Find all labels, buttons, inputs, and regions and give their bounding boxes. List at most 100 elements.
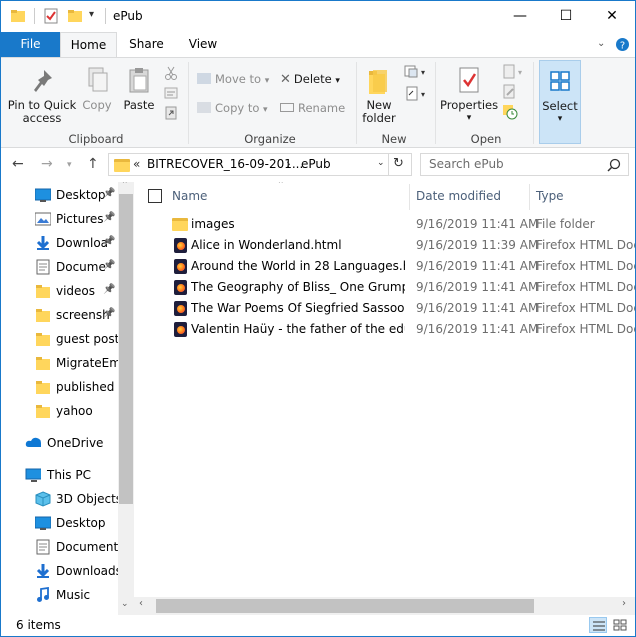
tab-file[interactable]: File: [1, 32, 60, 57]
easy-access-icon[interactable]: ▾: [404, 86, 426, 102]
history-icon[interactable]: [502, 104, 518, 120]
scroll-left-icon[interactable]: ‹: [139, 598, 143, 609]
select-all-checkbox[interactable]: [148, 189, 162, 203]
column-header-type[interactable]: Type: [536, 182, 564, 210]
large-icons-view-icon[interactable]: [611, 617, 629, 633]
open-with-icon[interactable]: ▾: [502, 64, 524, 80]
minimize-button[interactable]: —: [497, 1, 543, 32]
close-button[interactable]: ✕: [589, 1, 635, 32]
nav-item-quick-access[interactable]: videos 📌: [1, 280, 119, 302]
properties-button[interactable]: Properties ▾: [440, 66, 498, 125]
file-date: 9/16/2019 11:41 AM: [416, 322, 539, 336]
scroll-down-icon[interactable]: ⌄: [121, 599, 129, 609]
edit-icon[interactable]: [502, 84, 518, 100]
up-arrow-icon[interactable]: ↑: [87, 156, 99, 172]
breadcrumb-item[interactable]: ePub: [301, 157, 331, 171]
nav-item-quick-access[interactable]: MigrateEma: [1, 352, 119, 374]
breadcrumb-separator: ›: [286, 157, 291, 171]
file-row[interactable]: Valentin Haüy - the father of the educ..…: [134, 319, 635, 340]
tab-view[interactable]: View: [176, 32, 230, 57]
nav-item-this-pc[interactable]: This PC: [1, 464, 119, 486]
column-header-date[interactable]: Date modified: [416, 182, 501, 210]
nav-pane-scrollbar[interactable]: ⌃ ⌄: [118, 182, 134, 615]
address-dropdown-icon[interactable]: ⌄: [377, 158, 385, 168]
file-row[interactable]: images 9/16/2019 11:41 AM File folder: [134, 214, 635, 235]
nav-item-quick-access[interactable]: yahoo: [1, 400, 119, 422]
breadcrumb-item[interactable]: BITRECOVER_16-09-201...: [147, 157, 303, 171]
new-folder-button[interactable]: New folder: [359, 66, 399, 125]
file-name: Valentin Haüy - the father of the educ..…: [191, 322, 405, 336]
forward-arrow-icon[interactable]: →: [41, 156, 53, 172]
nav-item-quick-access[interactable]: Desktop 📌: [1, 184, 119, 206]
pin-to-quick-access-button[interactable]: Pin to Quick access: [5, 66, 79, 125]
column-divider[interactable]: [409, 184, 410, 210]
recent-locations-icon[interactable]: ▾: [67, 160, 72, 170]
tab-home[interactable]: Home: [60, 32, 117, 58]
new-folder-icon[interactable]: [67, 8, 83, 24]
properties-check-icon[interactable]: [43, 8, 59, 24]
address-row: ← → ▾ ↑ « BITRECOVER_16-09-201... › ePub…: [1, 148, 635, 182]
nav-item-quick-access[interactable]: published: [1, 376, 119, 398]
nav-pane-scroll-thumb[interactable]: [119, 194, 133, 504]
paste-button[interactable]: Paste: [120, 66, 158, 112]
file-date: 9/16/2019 11:41 AM: [416, 217, 539, 231]
folder-icon: [172, 218, 188, 231]
nav-item-quick-access[interactable]: Pictures 📌: [1, 208, 119, 230]
scroll-up-icon[interactable]: ⌃: [121, 182, 129, 190]
tab-share[interactable]: Share: [119, 32, 174, 57]
pin-icon: 📌: [103, 284, 116, 295]
nav-item-quick-access[interactable]: Docume 📌: [1, 256, 119, 278]
file-date: 9/16/2019 11:41 AM: [416, 280, 539, 294]
horizontal-scrollbar[interactable]: ‹ ›: [134, 597, 635, 615]
nav-item-quick-access[interactable]: Downloa 📌: [1, 232, 119, 254]
copy-to-button[interactable]: Copy to ▾: [197, 101, 268, 115]
quick-access-dropdown-icon[interactable]: ▾: [89, 9, 94, 20]
new-item-icon[interactable]: ▾: [404, 64, 426, 80]
folder-icon[interactable]: [10, 8, 26, 24]
file-row[interactable]: Around the World in 28 Languages.html 9/1…: [134, 256, 635, 277]
nav-item-this-pc-child[interactable]: Documents: [1, 536, 119, 558]
file-row[interactable]: Alice in Wonderland.html 9/16/2019 11:39 …: [134, 235, 635, 256]
copy-button[interactable]: Copy: [78, 66, 116, 112]
rename-button[interactable]: Rename: [280, 101, 345, 115]
maximize-button[interactable]: ☐: [543, 1, 589, 32]
file-type: Firefox HTML Doc...: [536, 301, 635, 315]
search-input[interactable]: Search ePub: [429, 157, 504, 171]
copy-to-icon: [197, 102, 211, 113]
file-name: images: [191, 217, 235, 231]
search-box[interactable]: Search ePub: [420, 153, 629, 176]
refresh-icon[interactable]: ↻: [393, 156, 404, 171]
folder-icon: [35, 379, 51, 395]
nav-item-this-pc-child[interactable]: Music: [1, 584, 119, 606]
nav-item-onedrive[interactable]: OneDrive: [1, 432, 119, 454]
firefox-html-icon: [174, 280, 187, 295]
file-row[interactable]: The Geography of Bliss_ One Grump's ... 9…: [134, 277, 635, 298]
file-row[interactable]: The War Poems Of Siegfried Sassoon.... 9/…: [134, 298, 635, 319]
nav-item-label: Music: [56, 588, 91, 602]
column-divider[interactable]: [529, 184, 530, 210]
nav-item-this-pc-child[interactable]: Downloads: [1, 560, 119, 582]
nav-item-quick-access[interactable]: screensh 📌: [1, 304, 119, 326]
breadcrumb-overflow[interactable]: «: [133, 157, 140, 171]
nav-item-quick-access[interactable]: guest post: [1, 328, 119, 350]
file-type: Firefox HTML Doc...: [536, 280, 635, 294]
column-header-name[interactable]: Name: [172, 182, 207, 210]
details-view-icon[interactable]: [589, 617, 607, 633]
svg-text:?: ?: [620, 41, 625, 52]
copy-path-icon[interactable]: [164, 86, 178, 100]
select-button[interactable]: Select ▾: [539, 60, 581, 144]
cut-icon[interactable]: [164, 66, 178, 80]
scroll-right-icon[interactable]: ›: [622, 598, 626, 609]
paste-shortcut-icon[interactable]: [164, 106, 178, 120]
delete-button[interactable]: ✕ Delete ▾: [280, 72, 340, 87]
move-to-button[interactable]: Move to ▾: [197, 72, 269, 86]
folder-icon: [35, 283, 51, 299]
horizontal-scroll-thumb[interactable]: [156, 599, 534, 613]
nav-item-this-pc-child[interactable]: Desktop: [1, 512, 119, 534]
collapse-ribbon-icon[interactable]: ⌄: [597, 38, 605, 49]
address-bar[interactable]: « BITRECOVER_16-09-201... › ePub ⌄ ↻: [108, 153, 412, 176]
nav-item-this-pc-child[interactable]: 3D Objects: [1, 488, 119, 510]
back-arrow-icon[interactable]: ←: [12, 156, 24, 172]
help-icon[interactable]: ?: [615, 37, 630, 52]
pictures-icon: [34, 211, 52, 227]
